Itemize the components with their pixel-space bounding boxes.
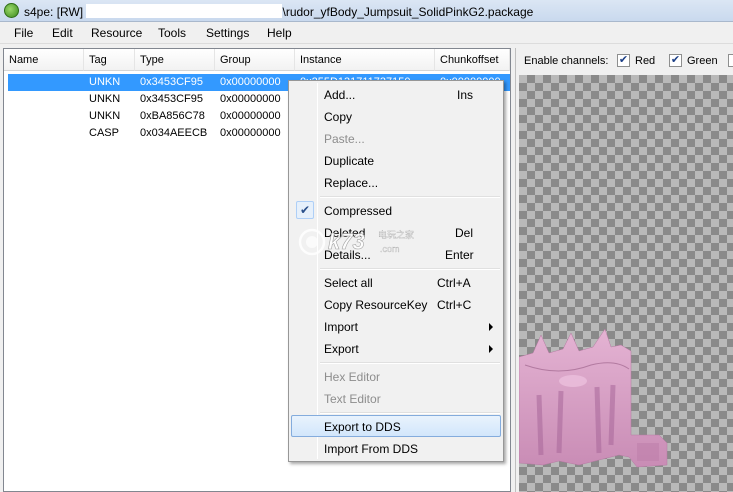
blue-channel-checkbox[interactable] (728, 54, 733, 67)
submenu-arrow-icon (489, 323, 493, 331)
menu-item-details[interactable]: Details... Enter (291, 243, 501, 265)
menu-tools[interactable]: Tools (158, 26, 186, 40)
cell-type: 0x3453CF95 (140, 93, 203, 105)
menu-item-copy-resourcekey[interactable]: Copy ResourceKey Ctrl+C (291, 293, 501, 315)
cell-group: 0x00000000 (220, 93, 281, 105)
menu-item-label: Select all (324, 276, 373, 290)
title-bar: s4pe: [RW] \rudor_yfBody_Jumpsuit_SolidP… (0, 0, 733, 22)
menu-item-hex-editor[interactable]: Hex Editor (291, 365, 501, 387)
cell-type: 0x3453CF95 (140, 76, 203, 88)
menu-item-label: Import (324, 320, 359, 334)
cell-group: 0x00000000 (220, 110, 281, 122)
column-header-chunkoffset[interactable]: Chunkoffset (435, 49, 510, 71)
cell-tag: UNKN (89, 76, 121, 88)
menu-item-label: Export to DDS (324, 420, 401, 434)
menu-item-label: Replace... (324, 176, 379, 190)
menu-item-text-editor[interactable]: Text Editor (291, 387, 501, 409)
window-title: s4pe: [RW] \rudor_yfBody_Jumpsuit_SolidP… (24, 4, 533, 19)
menu-item-label: Copy (324, 110, 353, 124)
menu-item-duplicate[interactable]: Duplicate (291, 149, 501, 171)
menu-item-replace[interactable]: Replace... (291, 171, 501, 193)
menu-separator (320, 362, 500, 364)
column-header-tag[interactable]: Tag (84, 49, 135, 71)
window-title-prefix: s4pe: [RW] (24, 5, 84, 19)
menu-item-compressed[interactable]: ✔ Compressed (291, 199, 501, 221)
cell-type: 0x034AEECB (140, 127, 208, 139)
menu-item-shortcut: Ctrl+C (437, 298, 472, 312)
column-header-instance[interactable]: Instance (295, 49, 435, 71)
menu-item-import[interactable]: Import (291, 315, 501, 337)
dds-preview-pane: Enable channels: ✔ Red ✔ Green (515, 48, 733, 492)
green-channel-checkbox[interactable]: ✔ (669, 54, 682, 67)
menu-item-label: Paste... (324, 132, 365, 146)
cell-type: 0xBA856C78 (140, 110, 205, 122)
menu-item-label: Duplicate (324, 154, 375, 168)
menu-bar: File Edit Resource Tools Settings Help (0, 22, 733, 44)
menu-item-label: Add... (324, 88, 356, 102)
menu-separator (320, 412, 500, 414)
cell-tag: UNKN (89, 93, 121, 105)
menu-item-label: Copy ResourceKey (324, 298, 428, 312)
menu-item-copy[interactable]: Copy (291, 105, 501, 127)
menu-item-export-to-dds[interactable]: Export to DDS (291, 415, 501, 437)
menu-item-label: Text Editor (324, 392, 381, 406)
channels-bar: Enable channels: ✔ Red ✔ Green (516, 48, 733, 74)
column-header-type[interactable]: Type (135, 49, 215, 71)
texture-preview (519, 75, 733, 492)
menu-item-label: Export (324, 342, 359, 356)
menu-item-paste[interactable]: Paste... (291, 127, 501, 149)
menu-item-label: Details... (324, 248, 371, 262)
submenu-arrow-icon (489, 345, 493, 353)
redacted-path (86, 4, 283, 18)
menu-edit[interactable]: Edit (52, 26, 73, 40)
menu-item-shortcut: Del (455, 226, 474, 240)
menu-settings[interactable]: Settings (206, 26, 249, 40)
menu-item-label: Import From DDS (324, 442, 419, 456)
checkmark-icon: ✔ (296, 201, 314, 219)
context-menu: Add... Ins Copy Paste... Duplicate Repla… (288, 80, 504, 462)
menu-item-deleted[interactable]: Deleted Del (291, 221, 501, 243)
menu-item-shortcut: Enter (445, 248, 474, 262)
cell-group: 0x00000000 (220, 76, 281, 88)
menu-item-label: Compressed (324, 204, 393, 218)
channels-label: Enable channels: (524, 55, 609, 67)
menu-item-label: Hex Editor (324, 370, 381, 384)
menu-item-select-all[interactable]: Select all Ctrl+A (291, 271, 501, 293)
cell-tag: CASP (89, 127, 119, 139)
menu-item-label: Deleted (324, 226, 366, 240)
cell-tag: UNKN (89, 110, 121, 122)
cell-group: 0x00000000 (220, 127, 281, 139)
menu-item-add[interactable]: Add... Ins (291, 83, 501, 105)
menu-file[interactable]: File (14, 26, 33, 40)
menu-help[interactable]: Help (267, 26, 292, 40)
menu-resource[interactable]: Resource (91, 26, 142, 40)
menu-item-import-from-dds[interactable]: Import From DDS (291, 437, 501, 459)
column-header-group[interactable]: Group (215, 49, 295, 71)
menu-separator (320, 268, 500, 270)
red-channel-label: Red (635, 55, 656, 67)
window-title-suffix: \rudor_yfBody_Jumpsuit_SolidPinkG2.packa… (282, 5, 534, 19)
menu-item-export[interactable]: Export (291, 337, 501, 359)
app-logo-icon (4, 3, 19, 18)
red-channel-checkbox[interactable]: ✔ (617, 54, 630, 67)
green-channel-label: Green (687, 55, 718, 67)
menu-item-shortcut: Ins (457, 88, 474, 102)
column-header-name[interactable]: Name (4, 49, 84, 71)
menu-item-shortcut: Ctrl+A (437, 276, 471, 290)
menu-separator (320, 196, 500, 198)
jumpsuit-texture-image (519, 328, 668, 468)
